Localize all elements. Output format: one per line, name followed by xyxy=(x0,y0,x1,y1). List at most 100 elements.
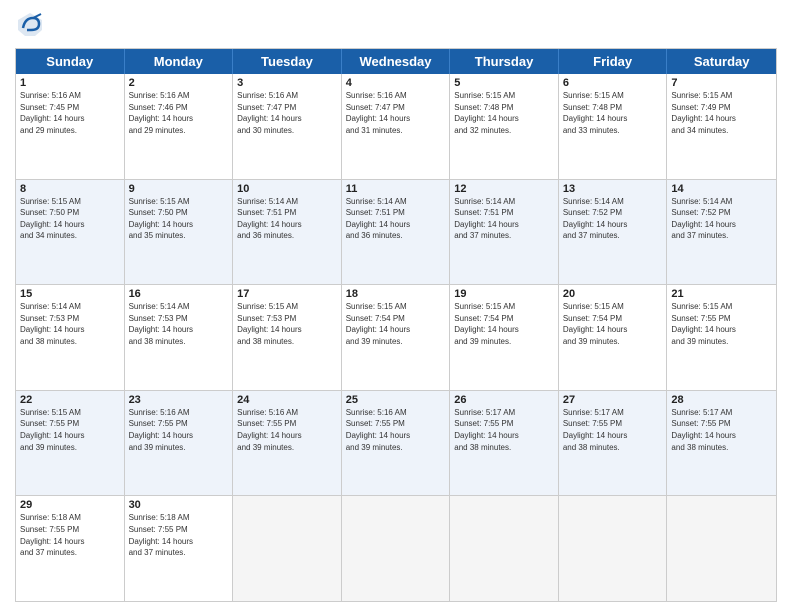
day-info: Sunrise: 5:15 AM Sunset: 7:55 PM Dayligh… xyxy=(671,301,772,347)
day-cell-24: 24Sunrise: 5:16 AM Sunset: 7:55 PM Dayli… xyxy=(233,391,342,496)
col-header-tuesday: Tuesday xyxy=(233,49,342,74)
day-info: Sunrise: 5:16 AM Sunset: 7:55 PM Dayligh… xyxy=(346,407,446,453)
day-cell-18: 18Sunrise: 5:15 AM Sunset: 7:54 PM Dayli… xyxy=(342,285,451,390)
day-cell-27: 27Sunrise: 5:17 AM Sunset: 7:55 PM Dayli… xyxy=(559,391,668,496)
day-cell-12: 12Sunrise: 5:14 AM Sunset: 7:51 PM Dayli… xyxy=(450,180,559,285)
day-info: Sunrise: 5:15 AM Sunset: 7:54 PM Dayligh… xyxy=(454,301,554,347)
col-header-friday: Friday xyxy=(559,49,668,74)
day-number: 27 xyxy=(563,394,663,406)
day-number: 30 xyxy=(129,499,229,511)
day-info: Sunrise: 5:15 AM Sunset: 7:50 PM Dayligh… xyxy=(20,196,120,242)
empty-cell xyxy=(667,496,776,601)
day-number: 18 xyxy=(346,288,446,300)
day-info: Sunrise: 5:16 AM Sunset: 7:47 PM Dayligh… xyxy=(346,90,446,136)
page: SundayMondayTuesdayWednesdayThursdayFrid… xyxy=(0,0,792,612)
day-cell-23: 23Sunrise: 5:16 AM Sunset: 7:55 PM Dayli… xyxy=(125,391,234,496)
col-header-thursday: Thursday xyxy=(450,49,559,74)
day-cell-16: 16Sunrise: 5:14 AM Sunset: 7:53 PM Dayli… xyxy=(125,285,234,390)
day-cell-14: 14Sunrise: 5:14 AM Sunset: 7:52 PM Dayli… xyxy=(667,180,776,285)
day-number: 12 xyxy=(454,183,554,195)
day-number: 5 xyxy=(454,77,554,89)
day-number: 16 xyxy=(129,288,229,300)
day-info: Sunrise: 5:15 AM Sunset: 7:48 PM Dayligh… xyxy=(454,90,554,136)
day-info: Sunrise: 5:16 AM Sunset: 7:47 PM Dayligh… xyxy=(237,90,337,136)
day-number: 20 xyxy=(563,288,663,300)
day-number: 24 xyxy=(237,394,337,406)
day-number: 19 xyxy=(454,288,554,300)
col-header-wednesday: Wednesday xyxy=(342,49,451,74)
day-cell-10: 10Sunrise: 5:14 AM Sunset: 7:51 PM Dayli… xyxy=(233,180,342,285)
calendar-header: SundayMondayTuesdayWednesdayThursdayFrid… xyxy=(16,49,776,74)
day-cell-22: 22Sunrise: 5:15 AM Sunset: 7:55 PM Dayli… xyxy=(16,391,125,496)
day-number: 15 xyxy=(20,288,120,300)
col-header-sunday: Sunday xyxy=(16,49,125,74)
day-info: Sunrise: 5:18 AM Sunset: 7:55 PM Dayligh… xyxy=(20,512,120,558)
day-number: 7 xyxy=(671,77,772,89)
day-number: 9 xyxy=(129,183,229,195)
day-cell-15: 15Sunrise: 5:14 AM Sunset: 7:53 PM Dayli… xyxy=(16,285,125,390)
empty-cell xyxy=(233,496,342,601)
day-number: 4 xyxy=(346,77,446,89)
logo xyxy=(15,10,49,40)
header xyxy=(15,10,777,40)
day-number: 14 xyxy=(671,183,772,195)
day-cell-7: 7Sunrise: 5:15 AM Sunset: 7:49 PM Daylig… xyxy=(667,74,776,179)
day-info: Sunrise: 5:14 AM Sunset: 7:52 PM Dayligh… xyxy=(563,196,663,242)
day-info: Sunrise: 5:16 AM Sunset: 7:55 PM Dayligh… xyxy=(237,407,337,453)
day-cell-28: 28Sunrise: 5:17 AM Sunset: 7:55 PM Dayli… xyxy=(667,391,776,496)
day-number: 1 xyxy=(20,77,120,89)
calendar: SundayMondayTuesdayWednesdayThursdayFrid… xyxy=(15,48,777,602)
day-number: 26 xyxy=(454,394,554,406)
day-info: Sunrise: 5:15 AM Sunset: 7:54 PM Dayligh… xyxy=(563,301,663,347)
day-cell-2: 2Sunrise: 5:16 AM Sunset: 7:46 PM Daylig… xyxy=(125,74,234,179)
day-info: Sunrise: 5:15 AM Sunset: 7:55 PM Dayligh… xyxy=(20,407,120,453)
day-info: Sunrise: 5:14 AM Sunset: 7:53 PM Dayligh… xyxy=(129,301,229,347)
day-info: Sunrise: 5:17 AM Sunset: 7:55 PM Dayligh… xyxy=(563,407,663,453)
day-cell-6: 6Sunrise: 5:15 AM Sunset: 7:48 PM Daylig… xyxy=(559,74,668,179)
day-number: 29 xyxy=(20,499,120,511)
day-info: Sunrise: 5:15 AM Sunset: 7:53 PM Dayligh… xyxy=(237,301,337,347)
day-info: Sunrise: 5:14 AM Sunset: 7:53 PM Dayligh… xyxy=(20,301,120,347)
day-info: Sunrise: 5:15 AM Sunset: 7:48 PM Dayligh… xyxy=(563,90,663,136)
day-cell-30: 30Sunrise: 5:18 AM Sunset: 7:55 PM Dayli… xyxy=(125,496,234,601)
day-cell-3: 3Sunrise: 5:16 AM Sunset: 7:47 PM Daylig… xyxy=(233,74,342,179)
day-cell-25: 25Sunrise: 5:16 AM Sunset: 7:55 PM Dayli… xyxy=(342,391,451,496)
calendar-row-2: 8Sunrise: 5:15 AM Sunset: 7:50 PM Daylig… xyxy=(16,180,776,286)
day-number: 23 xyxy=(129,394,229,406)
col-header-monday: Monday xyxy=(125,49,234,74)
empty-cell xyxy=(559,496,668,601)
day-cell-11: 11Sunrise: 5:14 AM Sunset: 7:51 PM Dayli… xyxy=(342,180,451,285)
empty-cell xyxy=(342,496,451,601)
calendar-row-5: 29Sunrise: 5:18 AM Sunset: 7:55 PM Dayli… xyxy=(16,496,776,601)
day-cell-9: 9Sunrise: 5:15 AM Sunset: 7:50 PM Daylig… xyxy=(125,180,234,285)
day-info: Sunrise: 5:16 AM Sunset: 7:45 PM Dayligh… xyxy=(20,90,120,136)
day-info: Sunrise: 5:14 AM Sunset: 7:51 PM Dayligh… xyxy=(346,196,446,242)
day-number: 11 xyxy=(346,183,446,195)
day-info: Sunrise: 5:16 AM Sunset: 7:46 PM Dayligh… xyxy=(129,90,229,136)
day-number: 6 xyxy=(563,77,663,89)
day-number: 21 xyxy=(671,288,772,300)
day-info: Sunrise: 5:14 AM Sunset: 7:52 PM Dayligh… xyxy=(671,196,772,242)
day-cell-17: 17Sunrise: 5:15 AM Sunset: 7:53 PM Dayli… xyxy=(233,285,342,390)
day-info: Sunrise: 5:18 AM Sunset: 7:55 PM Dayligh… xyxy=(129,512,229,558)
day-number: 2 xyxy=(129,77,229,89)
calendar-body: 1Sunrise: 5:16 AM Sunset: 7:45 PM Daylig… xyxy=(16,74,776,601)
day-number: 3 xyxy=(237,77,337,89)
day-number: 10 xyxy=(237,183,337,195)
day-number: 22 xyxy=(20,394,120,406)
day-cell-20: 20Sunrise: 5:15 AM Sunset: 7:54 PM Dayli… xyxy=(559,285,668,390)
day-info: Sunrise: 5:17 AM Sunset: 7:55 PM Dayligh… xyxy=(454,407,554,453)
day-info: Sunrise: 5:14 AM Sunset: 7:51 PM Dayligh… xyxy=(454,196,554,242)
day-number: 8 xyxy=(20,183,120,195)
day-number: 25 xyxy=(346,394,446,406)
day-cell-19: 19Sunrise: 5:15 AM Sunset: 7:54 PM Dayli… xyxy=(450,285,559,390)
day-cell-4: 4Sunrise: 5:16 AM Sunset: 7:47 PM Daylig… xyxy=(342,74,451,179)
day-cell-26: 26Sunrise: 5:17 AM Sunset: 7:55 PM Dayli… xyxy=(450,391,559,496)
day-info: Sunrise: 5:16 AM Sunset: 7:55 PM Dayligh… xyxy=(129,407,229,453)
day-info: Sunrise: 5:14 AM Sunset: 7:51 PM Dayligh… xyxy=(237,196,337,242)
calendar-row-1: 1Sunrise: 5:16 AM Sunset: 7:45 PM Daylig… xyxy=(16,74,776,180)
day-cell-21: 21Sunrise: 5:15 AM Sunset: 7:55 PM Dayli… xyxy=(667,285,776,390)
day-info: Sunrise: 5:15 AM Sunset: 7:54 PM Dayligh… xyxy=(346,301,446,347)
logo-icon xyxy=(15,10,45,40)
day-info: Sunrise: 5:15 AM Sunset: 7:49 PM Dayligh… xyxy=(671,90,772,136)
